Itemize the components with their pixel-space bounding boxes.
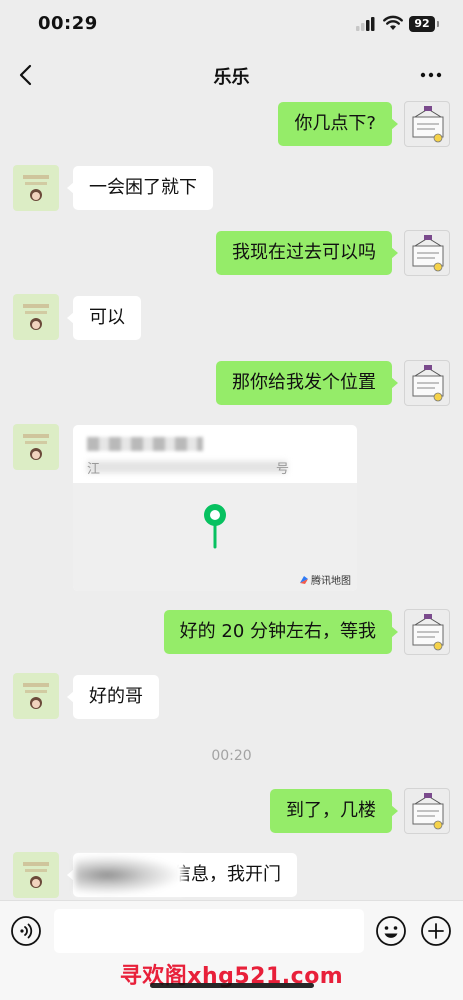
my-avatar-image [412, 365, 444, 402]
battery-cap [437, 21, 439, 27]
contact-avatar-image [23, 175, 49, 201]
contact-avatar-image [23, 862, 49, 888]
contact-avatar-image [23, 434, 49, 460]
contact-avatar-image [23, 304, 49, 330]
message-bubble-sent[interactable]: 好的 20 分钟左右，等我 [163, 610, 399, 654]
location-map[interactable]: 腾讯地图 [73, 483, 357, 591]
message-bubble-sent[interactable]: 到了，几楼 [270, 789, 398, 833]
my-avatar[interactable] [404, 101, 450, 147]
contact-avatar[interactable] [13, 852, 59, 898]
plus-icon[interactable] [420, 915, 452, 947]
message-bubble-received[interactable]: 可以 [67, 296, 141, 340]
battery-indicator: 92 [409, 16, 435, 32]
nav-bar: 乐乐 [0, 50, 463, 100]
message-input[interactable] [54, 909, 364, 953]
my-avatar[interactable] [404, 230, 450, 276]
location-address-prefix: 江 [87, 462, 101, 477]
tencent-map-icon [300, 576, 308, 584]
redaction-blur [75, 855, 183, 895]
contact-avatar[interactable] [13, 673, 59, 719]
status-time: 00:29 [38, 13, 98, 34]
time-divider: 00:20 [211, 748, 252, 764]
my-avatar-image [412, 793, 444, 830]
message-text: 信息，我开门 [173, 864, 281, 885]
contact-avatar-image [23, 683, 49, 709]
home-indicator [150, 983, 314, 988]
voice-icon[interactable] [10, 915, 42, 947]
location-card[interactable]: 江 号 腾讯地图 [73, 425, 357, 591]
location-name-redacted [87, 437, 203, 451]
location-pin-icon [204, 504, 226, 549]
cellular-signal-icon [356, 17, 375, 31]
my-avatar[interactable] [404, 360, 450, 406]
map-brand-label: 腾讯地图 [311, 576, 351, 587]
location-address-suffix: 号 [276, 462, 290, 477]
location-address-redacted [87, 461, 287, 473]
my-avatar-image [412, 235, 444, 272]
message-bubble-sent[interactable]: 我现在过去可以吗 [216, 231, 398, 275]
message-bubble-received[interactable]: 一会困了就下 [67, 166, 213, 210]
message-bubble-sent[interactable]: 那你给我发个位置 [216, 361, 398, 405]
status-bar: 00:29 92 [0, 0, 463, 50]
wifi-icon [383, 15, 403, 30]
message-bubble-received[interactable]: 好的哥 [67, 675, 159, 719]
more-icon[interactable] [419, 63, 443, 87]
my-avatar[interactable] [404, 609, 450, 655]
emoji-icon[interactable] [375, 915, 407, 947]
contact-avatar[interactable] [13, 424, 59, 470]
chat-title: 乐乐 [213, 67, 250, 88]
my-avatar[interactable] [404, 788, 450, 834]
contact-avatar[interactable] [13, 165, 59, 211]
my-avatar-image [412, 614, 444, 651]
message-bubble-sent[interactable]: 你几点下? [278, 102, 398, 146]
my-avatar-image [412, 106, 444, 143]
map-brand: 腾讯地图 [299, 572, 351, 587]
contact-avatar[interactable] [13, 294, 59, 340]
